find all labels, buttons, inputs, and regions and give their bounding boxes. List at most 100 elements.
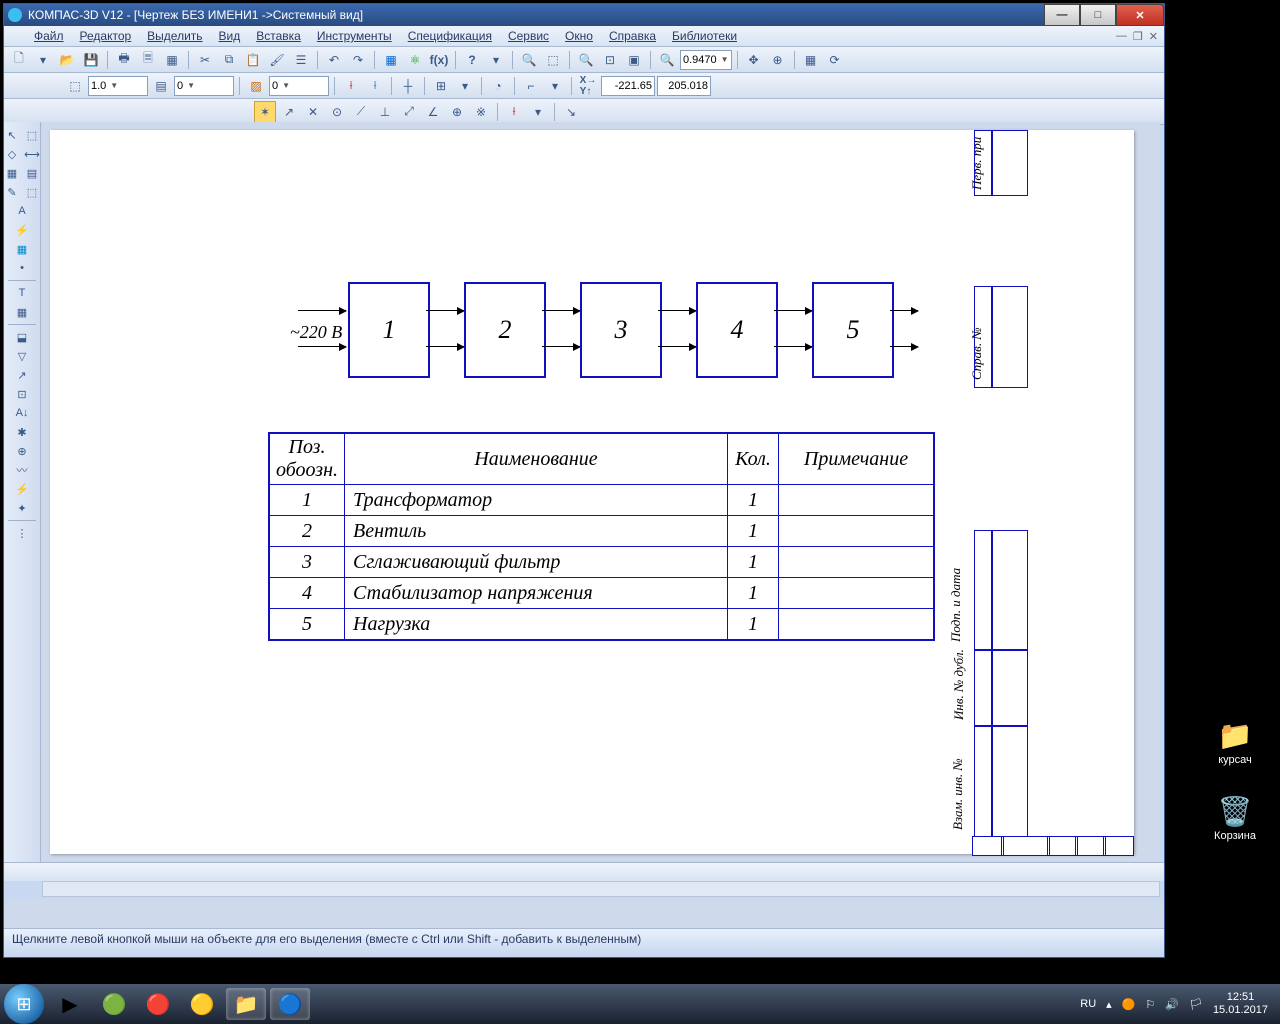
- xy-icon[interactable]: X→Y↑: [577, 75, 599, 97]
- tl-dim[interactable]: ⟷: [23, 145, 41, 163]
- undo-icon[interactable]: ↶: [323, 49, 345, 71]
- tray-lang[interactable]: RU: [1080, 998, 1096, 1010]
- tl-rough[interactable]: ▽: [13, 347, 31, 365]
- snap2-icon[interactable]: ⟊: [364, 75, 386, 97]
- redo-icon[interactable]: ↷: [347, 49, 369, 71]
- tray-action-icon[interactable]: ⚐: [1145, 998, 1155, 1011]
- save-icon[interactable]: 💾: [80, 49, 102, 71]
- layer-combo[interactable]: 0▼: [174, 76, 234, 96]
- tray-net-icon[interactable]: 🟠: [1122, 998, 1136, 1011]
- help-icon[interactable]: ?: [461, 49, 483, 71]
- local-icon[interactable]: ⌐: [520, 75, 542, 97]
- snap-end-icon[interactable]: ✶: [254, 101, 276, 123]
- desktop-recycle-bin[interactable]: 🗑️ Корзина: [1208, 794, 1262, 842]
- snap-mid-icon[interactable]: ↗: [278, 101, 300, 123]
- layer-icon[interactable]: ▤: [150, 75, 172, 97]
- format-icon[interactable]: 🖌: [266, 49, 288, 71]
- refresh-icon[interactable]: ▦: [800, 49, 822, 71]
- dd2-icon[interactable]: ▾: [485, 49, 507, 71]
- dd3[interactable]: ▾: [454, 75, 476, 97]
- snap-grid2-icon[interactable]: ※: [470, 101, 492, 123]
- menu-service[interactable]: Сервис: [508, 29, 549, 43]
- coord-x[interactable]: -221.65: [601, 76, 655, 96]
- tl-geom[interactable]: ◇: [3, 145, 21, 163]
- tray-sound-icon[interactable]: 🔊: [1165, 998, 1179, 1011]
- new-icon[interactable]: 🗋: [8, 49, 30, 71]
- ortho-icon[interactable]: ┼: [397, 75, 419, 97]
- snap-cfg-icon[interactable]: ↘: [560, 101, 582, 123]
- menu-view[interactable]: Вид: [219, 29, 241, 43]
- tl-more[interactable]: ⋮: [13, 524, 31, 542]
- menu-window[interactable]: Окно: [565, 29, 593, 43]
- task-opera[interactable]: 🔴: [138, 988, 178, 1020]
- snap1-icon[interactable]: ⟊: [340, 75, 362, 97]
- mdi-restore[interactable]: ❐: [1133, 30, 1143, 43]
- zoom-all-icon[interactable]: ▣: [623, 49, 645, 71]
- task-yandex[interactable]: 🟡: [182, 988, 222, 1020]
- snap-int-icon[interactable]: ✕: [302, 101, 324, 123]
- zoom-in-icon[interactable]: 🔍: [518, 49, 540, 71]
- tl-tbl2[interactable]: ▦: [13, 303, 31, 321]
- tl-weld[interactable]: ✱: [13, 423, 31, 441]
- dd5[interactable]: ▾: [527, 101, 549, 123]
- minimize-button[interactable]: ―: [1044, 4, 1080, 26]
- round-icon[interactable]: ◔: [487, 75, 509, 97]
- paste-icon[interactable]: 📋: [242, 49, 264, 71]
- tl-edit[interactable]: ✎: [3, 183, 21, 201]
- canvas[interactable]: ~220 В Поз. обоозн. Наименование Кол. Пр…: [42, 122, 1160, 861]
- tl-cen2[interactable]: ✦: [13, 499, 31, 517]
- tl-cline[interactable]: ⊕: [13, 442, 31, 460]
- menu-edit[interactable]: Редактор: [80, 29, 132, 43]
- start-button[interactable]: ⊞: [4, 984, 44, 1024]
- rebuild-icon[interactable]: ⟳: [824, 49, 846, 71]
- snap-tan-icon[interactable]: ⟋: [350, 101, 372, 123]
- cut-icon[interactable]: ✂: [194, 49, 216, 71]
- cur-state-icon[interactable]: ⬚: [64, 75, 86, 97]
- task-explorer[interactable]: 📁: [226, 988, 266, 1020]
- menu-select[interactable]: Выделить: [147, 29, 202, 43]
- system-tray[interactable]: RU ▴ 🟠 ⚐ 🔊 🏳 12:51 15.01.2017: [1080, 991, 1272, 1017]
- copy-icon[interactable]: ⧉: [218, 49, 240, 71]
- tl-a[interactable]: A: [13, 202, 31, 220]
- fx-icon[interactable]: f(x): [428, 49, 450, 71]
- snap-ang-icon[interactable]: ∠: [422, 101, 444, 123]
- maximize-button[interactable]: □: [1080, 4, 1116, 26]
- tl-txt[interactable]: T: [13, 284, 31, 302]
- menu-libs[interactable]: Библиотеки: [672, 29, 737, 43]
- taskbar[interactable]: ⊞ ▶ 🟢 🔴 🟡 📁 🔵 RU ▴ 🟠 ⚐ 🔊 🏳 12:51 15.01.2…: [0, 984, 1280, 1024]
- spec-icon[interactable]: ▦: [161, 49, 183, 71]
- zoom-combo[interactable]: 0.9470▼: [680, 50, 732, 70]
- tl-s1[interactable]: •: [13, 259, 31, 277]
- zoom-dyn-icon[interactable]: 🔍: [656, 49, 678, 71]
- menu-insert[interactable]: Вставка: [256, 29, 301, 43]
- task-wmp[interactable]: ▶: [50, 988, 90, 1020]
- tl-lead[interactable]: ↗: [13, 366, 31, 384]
- menu-tools[interactable]: Инструменты: [317, 29, 392, 43]
- open-icon[interactable]: 📂: [56, 49, 78, 71]
- tl-meas[interactable]: ⚡: [13, 221, 31, 239]
- snap-perp-icon[interactable]: ⊥: [374, 101, 396, 123]
- props-bar[interactable]: [42, 881, 1160, 897]
- props-icon[interactable]: ☰: [290, 49, 312, 71]
- preview-icon[interactable]: 🗏: [137, 49, 159, 71]
- tray-up-icon[interactable]: ▴: [1106, 998, 1112, 1011]
- zoom-win-icon[interactable]: ⬚: [542, 49, 564, 71]
- coord-y[interactable]: 205.018: [657, 76, 711, 96]
- tray-flag-icon[interactable]: 🏳: [1189, 998, 1203, 1011]
- tl-sel2[interactable]: ⬚: [23, 126, 41, 144]
- snapgrid-icon[interactable]: ⊞: [430, 75, 452, 97]
- vars-icon[interactable]: ⚛: [404, 49, 426, 71]
- tl-sel[interactable]: ↖: [3, 126, 21, 144]
- close-button[interactable]: ✕: [1116, 4, 1164, 26]
- menu-help[interactable]: Справка: [609, 29, 656, 43]
- desktop-folder[interactable]: 📁 курсач: [1208, 718, 1262, 766]
- zoom-fit-icon[interactable]: ⊡: [599, 49, 621, 71]
- snap-near-icon[interactable]: ⤢: [398, 101, 420, 123]
- orbit-icon[interactable]: ⊕: [767, 49, 789, 71]
- scale-combo[interactable]: 1.0▼: [88, 76, 148, 96]
- style-combo[interactable]: 0▼: [269, 76, 329, 96]
- tl-wave[interactable]: 〰: [13, 461, 31, 479]
- tl-tol[interactable]: ⊡: [13, 385, 31, 403]
- tl-axis[interactable]: ⚡: [13, 480, 31, 498]
- mdi-min[interactable]: ―: [1116, 30, 1127, 43]
